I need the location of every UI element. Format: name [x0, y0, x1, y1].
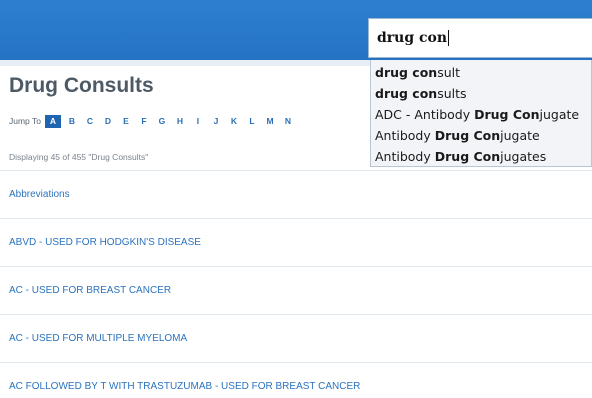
- suggestion-text-after: sults: [437, 86, 467, 101]
- list-item: AC FOLLOWED BY T WITH TRASTUZUMAB - USED…: [0, 362, 592, 398]
- autocomplete-suggestions: drug consult drug consults ADC - Antibody …: [370, 60, 592, 167]
- results-count: Displaying 45 of 455 "Drug Consults": [9, 152, 149, 162]
- jump-letter-e[interactable]: E: [117, 116, 135, 126]
- list-item: Abbreviations: [0, 170, 592, 218]
- suggestion-text-before: ADC - Antibody: [375, 107, 475, 122]
- suggestion-item[interactable]: Antibody Drug Conjugates: [371, 146, 591, 167]
- jump-letter-d[interactable]: D: [99, 116, 117, 126]
- list-item: AC - USED FOR BREAST CANCER: [0, 266, 592, 314]
- suggestion-text-after: sult: [437, 65, 461, 80]
- jump-letter-m[interactable]: M: [261, 116, 279, 126]
- suggestion-text-after: jugate: [500, 128, 540, 143]
- suggestion-item[interactable]: drug consults: [371, 83, 591, 104]
- suggestion-item[interactable]: Antibody Drug Conjugate: [371, 125, 591, 146]
- suggestion-item[interactable]: ADC - Antibody Drug Conjugate: [371, 104, 591, 125]
- jump-letter-c[interactable]: C: [81, 116, 99, 126]
- suggestion-text-before: Antibody: [375, 149, 435, 164]
- page-title: Drug Consults: [9, 74, 154, 97]
- text-caret: [448, 30, 450, 46]
- drug-consult-link[interactable]: AC - USED FOR MULTIPLE MYELOMA: [9, 333, 187, 344]
- jump-to-label: Jump To: [9, 116, 41, 126]
- suggestion-text-after: jugate: [539, 107, 580, 122]
- suggestion-text-match: Drug Con: [434, 128, 501, 143]
- suggestion-text-after: jugates: [500, 149, 547, 164]
- list-item: AC - USED FOR MULTIPLE MYELOMA: [0, 314, 592, 362]
- suggestion-text-match: drug con: [375, 65, 438, 80]
- suggestion-text-match: drug con: [375, 86, 438, 101]
- suggestion-item[interactable]: drug consult: [371, 62, 591, 83]
- suggestion-text-before: Antibody: [375, 128, 435, 143]
- search-input[interactable]: drug con: [368, 18, 592, 58]
- jump-letter-j[interactable]: J: [207, 116, 225, 126]
- drug-consult-link[interactable]: AC FOLLOWED BY T WITH TRASTUZUMAB - USED…: [9, 381, 360, 392]
- jump-letter-h[interactable]: H: [171, 116, 189, 126]
- suggestion-text-match: Drug Con: [474, 107, 540, 122]
- jump-letter-a[interactable]: A: [44, 114, 61, 128]
- drug-consult-link[interactable]: Abbreviations: [9, 189, 70, 200]
- jump-letter-l[interactable]: L: [243, 116, 261, 126]
- jump-letter-i[interactable]: I: [189, 116, 207, 126]
- suggestion-text-match: Drug Con: [434, 149, 501, 164]
- jump-letter-b[interactable]: B: [63, 116, 81, 126]
- list-item: ABVD - USED FOR HODGKIN'S DISEASE: [0, 218, 592, 266]
- jump-letter-k[interactable]: K: [225, 116, 243, 126]
- jump-letter-g[interactable]: G: [153, 116, 171, 126]
- drug-consult-link[interactable]: AC - USED FOR BREAST CANCER: [9, 285, 171, 296]
- search-input-value: drug con: [377, 30, 448, 46]
- jump-letter-n[interactable]: N: [279, 116, 297, 126]
- drug-consult-link[interactable]: ABVD - USED FOR HODGKIN'S DISEASE: [9, 237, 201, 248]
- jump-letter-f[interactable]: F: [135, 116, 153, 126]
- jump-to-nav: Jump To ABCDEFGHIJKLMN: [9, 114, 297, 128]
